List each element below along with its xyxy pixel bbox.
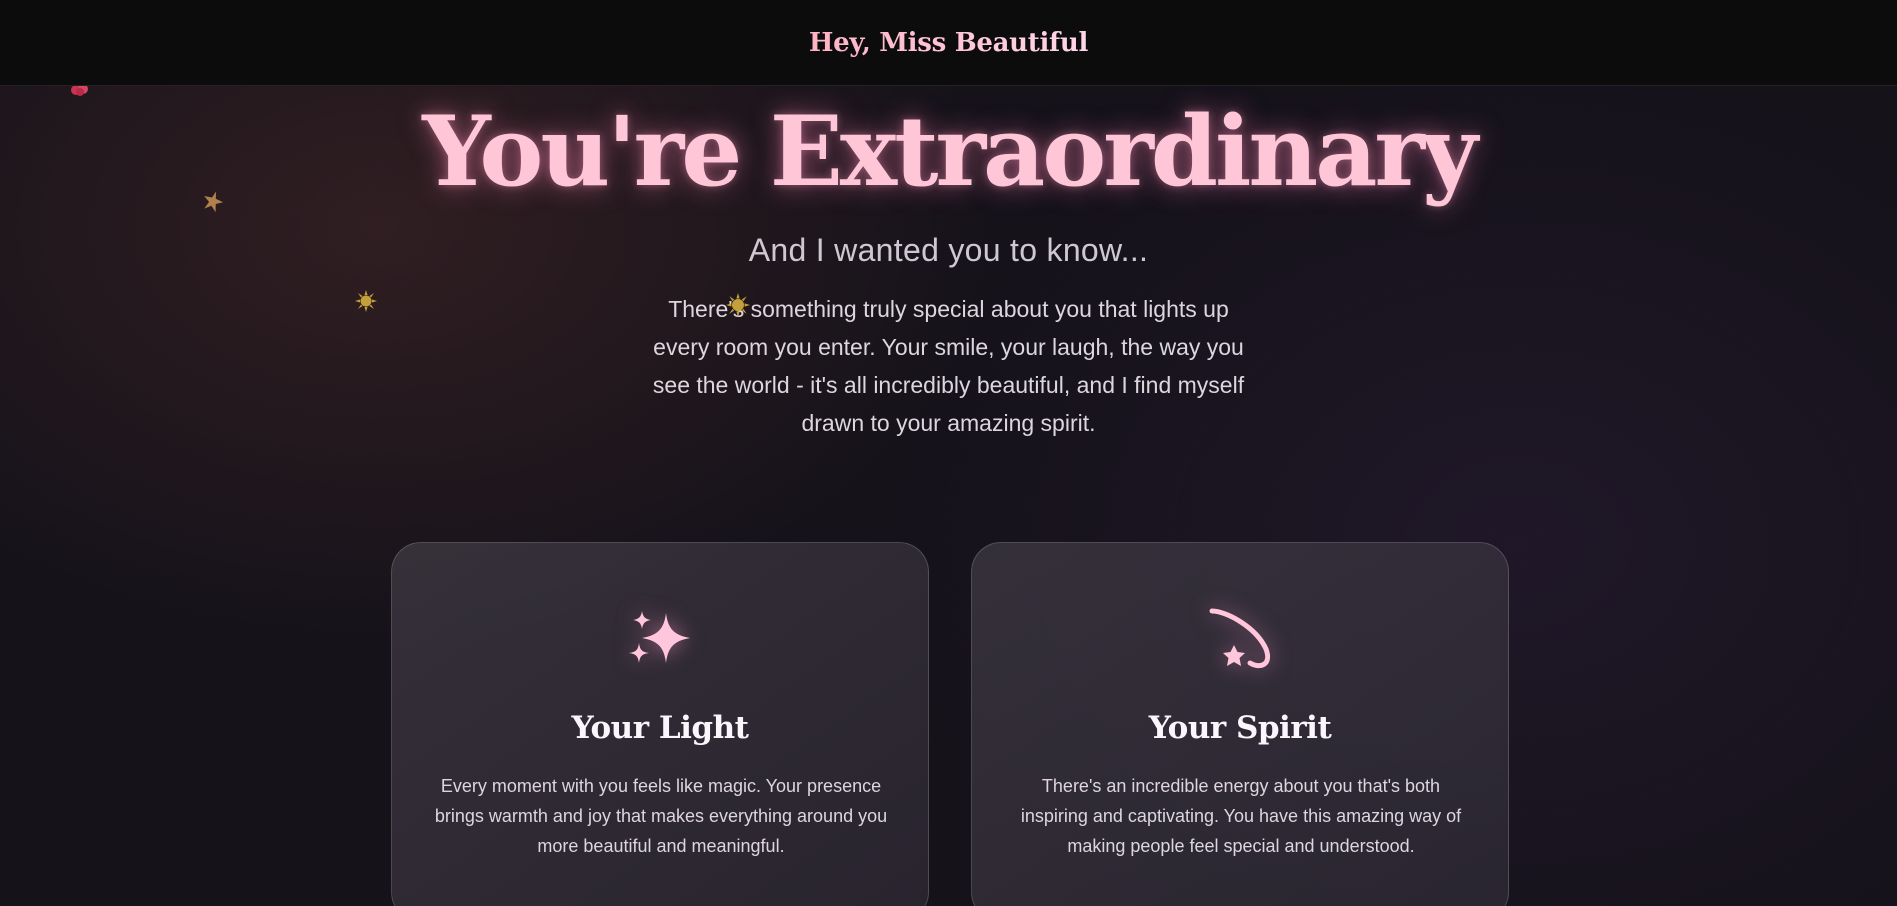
hero-subtitle: And I wanted you to know... (748, 232, 1149, 268)
card-title: Your Spirit (1148, 710, 1332, 746)
sun-icon (726, 293, 750, 317)
card-your-light: Your Light Every moment with you feels l… (391, 542, 929, 906)
card-text: Every moment with you feels like magic. … (434, 776, 888, 856)
card-text: There's an incredible energy about you t… (1020, 776, 1462, 856)
card-title: Your Light (571, 710, 749, 746)
shooting-star-icon (1209, 608, 1270, 669)
hero-title: You're Extraordinary (422, 95, 1478, 208)
top-header: Hey, Miss Beautiful (0, 0, 1897, 86)
sun-icon (355, 290, 377, 312)
sparkles-icon (629, 611, 690, 663)
brand-title: Hey, Miss Beautiful (808, 27, 1089, 58)
card-your-spirit: Your Spirit There's an incredible energy… (971, 542, 1509, 906)
star-icon (204, 191, 224, 212)
